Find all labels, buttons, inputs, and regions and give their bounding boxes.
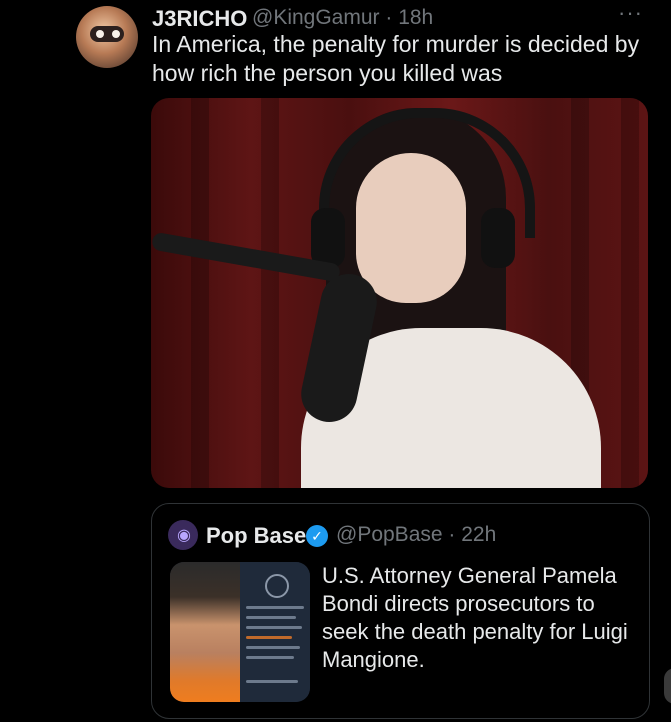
quote-media-thumbnail[interactable] (170, 562, 310, 702)
avatar-eye-right (112, 30, 120, 38)
doc-line (246, 656, 294, 659)
curtain-fold (191, 98, 209, 488)
mugshot-photo (170, 562, 240, 702)
more-icon[interactable]: ··· (618, 0, 643, 26)
curtain-fold (621, 98, 639, 488)
quote-author-name[interactable]: Pop Base (206, 523, 306, 549)
doc-line (246, 680, 298, 683)
quote-author-avatar[interactable]: ◉ (168, 520, 198, 550)
author-avatar[interactable] (76, 6, 138, 68)
doc-line (246, 646, 300, 649)
doc-line (246, 636, 292, 639)
document-image (240, 562, 310, 702)
author-name[interactable]: J3RICHO (152, 6, 247, 32)
avatar-eye-left (96, 30, 104, 38)
quote-text: U.S. Attorney General Pamela Bondi direc… (322, 563, 628, 672)
author-handle-time[interactable]: @KingGamur · 18h (252, 6, 433, 30)
headphone-left (311, 208, 345, 268)
tweet-text: In America, the penalty for murder is de… (152, 31, 640, 86)
scroll-handle[interactable] (664, 668, 671, 704)
doc-line (246, 616, 296, 619)
tweet-media-video[interactable] (151, 98, 648, 488)
curtain-fold (261, 98, 279, 488)
verified-badge-icon: ✓ (306, 525, 328, 547)
quote-author-handle-time[interactable]: @PopBase · 22h (336, 523, 496, 547)
headphone-right (481, 208, 515, 268)
doc-line (246, 626, 302, 629)
seal-icon (265, 574, 289, 598)
avatar-logo-icon: ◉ (177, 527, 191, 544)
doc-line (246, 606, 304, 609)
